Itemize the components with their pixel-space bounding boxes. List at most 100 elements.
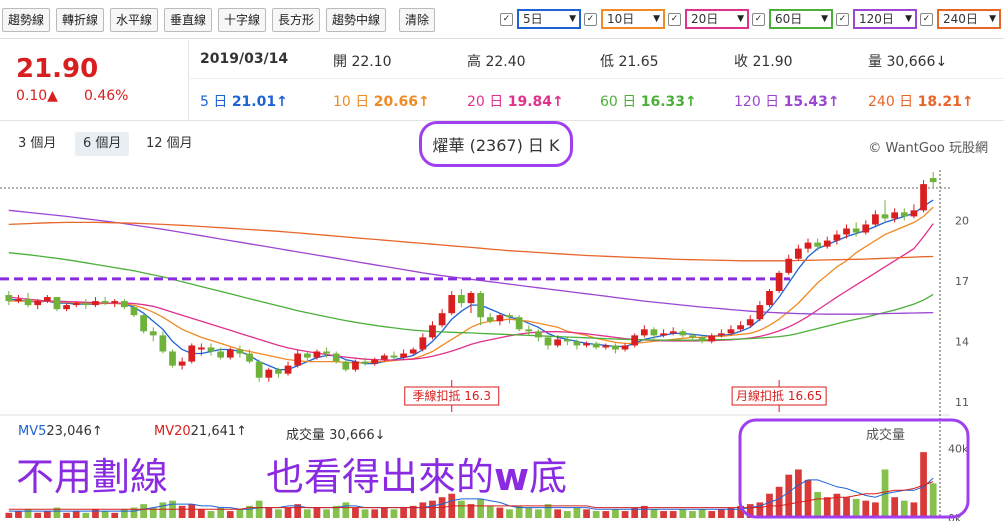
candle <box>284 365 292 374</box>
candle <box>833 234 841 241</box>
candle <box>390 355 398 358</box>
volume-bar <box>43 511 51 518</box>
ma-line-240日 <box>8 221 934 262</box>
candle <box>63 305 70 310</box>
candle <box>717 333 725 336</box>
candle <box>448 295 456 314</box>
volume-bar <box>198 509 205 518</box>
candle <box>823 240 831 247</box>
candle <box>679 331 687 336</box>
volume-bar <box>823 497 831 518</box>
candle <box>467 293 475 304</box>
candle <box>804 242 812 249</box>
volume-bar <box>814 492 822 518</box>
candle <box>727 329 735 334</box>
candle <box>130 307 138 316</box>
volume-bar <box>535 509 542 518</box>
deduction-marker-label: 月線扣抵 16.65 <box>736 388 822 403</box>
candle <box>795 248 802 259</box>
candle <box>82 303 90 306</box>
volume-bar <box>496 507 504 518</box>
candle <box>188 345 196 362</box>
mv5-legend: MV523,046↑ <box>18 424 103 439</box>
candle <box>371 359 379 364</box>
volume-panel-title: 成交量 <box>866 428 906 443</box>
volume-bar <box>313 507 321 518</box>
volume-bar <box>140 504 147 518</box>
volume-bar <box>82 512 90 518</box>
volume-bar <box>284 507 292 518</box>
candle <box>544 337 552 346</box>
volume-bar <box>660 511 667 518</box>
candle <box>525 329 533 332</box>
candle <box>294 353 302 366</box>
candle <box>409 349 417 354</box>
candle <box>429 325 436 338</box>
candle <box>486 317 494 322</box>
candle <box>438 313 446 326</box>
volume-bar <box>583 509 590 518</box>
candle <box>149 331 157 336</box>
deduction-marker-label: 季線扣抵 16.3 <box>412 388 491 403</box>
candle <box>217 351 225 358</box>
volume-bar <box>34 512 42 518</box>
volume-bar <box>929 483 937 518</box>
candle <box>920 184 927 211</box>
candle <box>756 305 764 320</box>
candle <box>53 297 61 310</box>
volume-bar <box>621 511 629 518</box>
volume-bar <box>63 512 70 518</box>
candle <box>265 369 273 378</box>
candle <box>72 303 80 306</box>
candlestick-chart: 20171411季線扣抵 16.3 月線扣抵 16.6540k0k <box>0 170 970 521</box>
candle <box>515 317 523 330</box>
volume-bar <box>5 512 13 518</box>
candle <box>275 369 282 374</box>
candle <box>323 351 330 354</box>
volume-bar <box>862 500 870 518</box>
candle <box>380 355 388 360</box>
candle <box>5 295 13 302</box>
volume-bar <box>429 500 436 518</box>
candle <box>929 178 937 183</box>
volume-bar <box>390 509 398 518</box>
candle <box>400 353 407 358</box>
volume-bar <box>207 511 215 518</box>
candle <box>881 214 889 219</box>
volume-bar <box>563 511 571 518</box>
volume-bar <box>303 509 311 518</box>
volume-bar <box>159 502 167 518</box>
candle <box>563 339 571 342</box>
volume-bar <box>15 511 22 518</box>
candle <box>872 214 879 225</box>
volume-bar <box>804 479 812 518</box>
volume-bar <box>573 507 581 518</box>
volume-bar <box>352 507 359 518</box>
ma-line-10日 <box>8 206 934 364</box>
volume-bar <box>852 498 860 518</box>
candle <box>361 361 369 364</box>
volume-bar <box>602 511 610 518</box>
candle <box>766 291 773 306</box>
candle <box>583 343 590 346</box>
candle <box>746 319 754 326</box>
candle <box>612 345 619 350</box>
candle <box>775 272 783 291</box>
candle <box>496 315 504 322</box>
candle <box>592 343 600 348</box>
candle <box>303 353 311 358</box>
volume-legend: 成交量 30,666↓ <box>286 428 386 443</box>
volume-bar <box>419 502 427 518</box>
candle <box>573 341 581 346</box>
candle <box>900 212 908 217</box>
volume-bar <box>843 497 850 518</box>
candle <box>621 345 629 350</box>
annotation-text-2: 也看得出來的w底 <box>266 455 568 499</box>
volume-bar <box>698 509 706 518</box>
candle <box>159 335 167 352</box>
candle <box>535 331 542 338</box>
candle <box>207 347 215 352</box>
volume-bar <box>669 511 677 518</box>
volume-bar <box>525 507 533 518</box>
candle <box>43 297 51 302</box>
